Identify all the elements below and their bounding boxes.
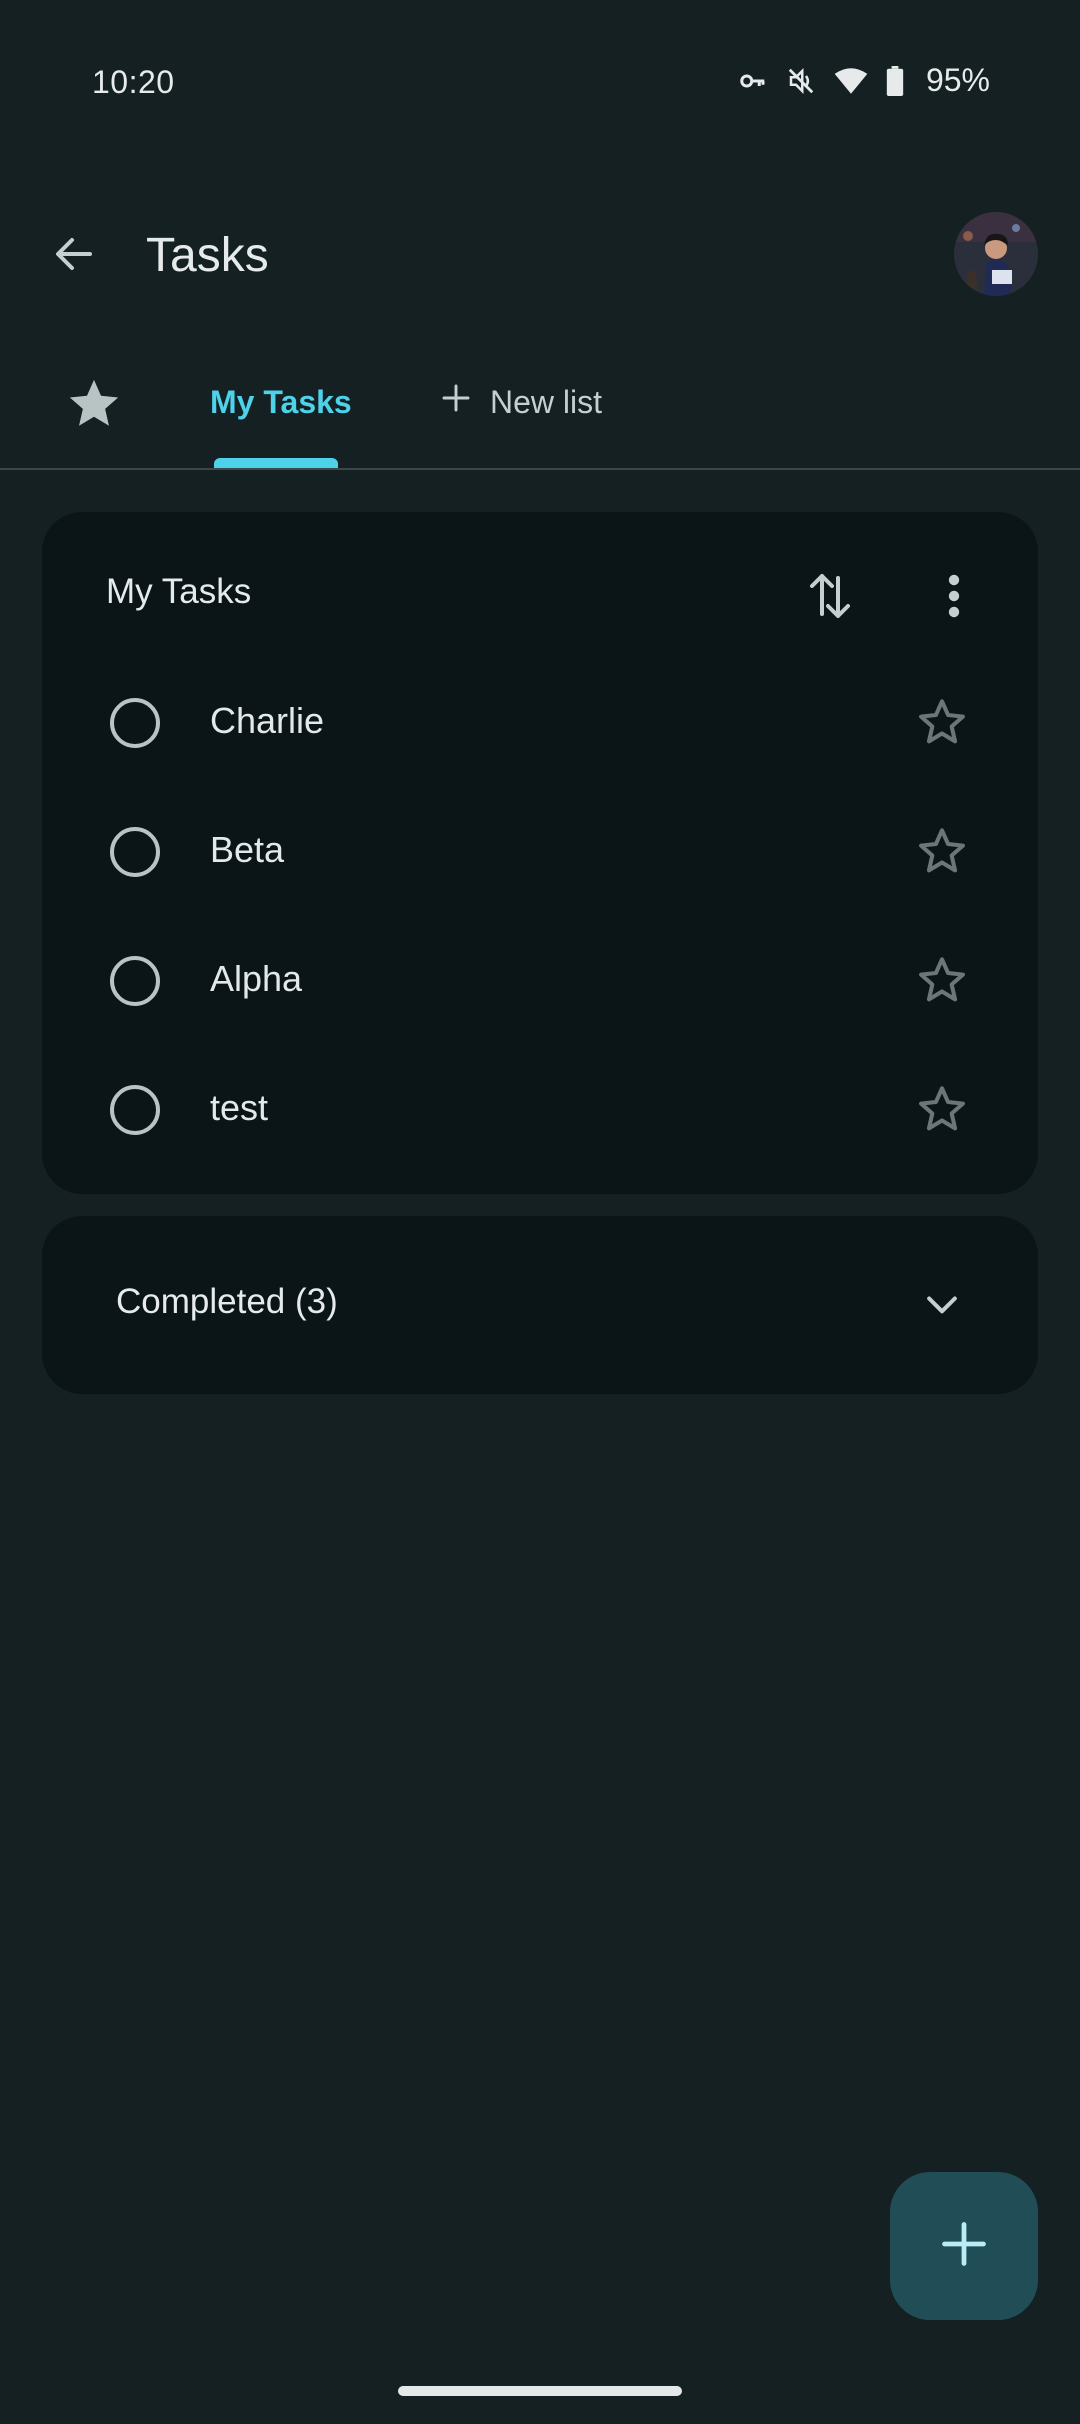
task-complete-checkbox[interactable] xyxy=(110,1085,160,1135)
task-row[interactable]: Beta xyxy=(42,797,1038,907)
status-time: 10:20 xyxy=(92,64,175,100)
avatar[interactable] xyxy=(954,212,1038,296)
task-star-button[interactable] xyxy=(912,1081,972,1141)
task-list-title: My Tasks xyxy=(106,572,252,611)
gesture-navigation-bar[interactable] xyxy=(398,2386,682,2396)
task-complete-checkbox[interactable] xyxy=(110,698,160,748)
star-outline-icon xyxy=(915,953,969,1012)
list-tabs: My Tasks New list xyxy=(0,350,1080,470)
task-title[interactable]: test xyxy=(210,1087,268,1129)
tab-new-list[interactable]: New list xyxy=(440,380,602,424)
more-vert-icon xyxy=(944,572,964,625)
plus-icon xyxy=(938,2218,990,2275)
battery-percent: 95% xyxy=(925,62,990,98)
star-filled-icon xyxy=(65,375,123,438)
task-title[interactable]: Charlie xyxy=(210,700,324,742)
back-button[interactable] xyxy=(38,220,110,292)
app-bar: Tasks xyxy=(0,190,1080,320)
task-star-button[interactable] xyxy=(912,823,972,883)
battery-icon xyxy=(886,65,904,96)
tab-selected-indicator xyxy=(214,458,338,468)
new-list-label: New list xyxy=(490,383,603,420)
tab-starred[interactable] xyxy=(62,374,126,438)
wifi-icon xyxy=(834,66,868,96)
task-star-button[interactable] xyxy=(912,694,972,754)
task-star-button[interactable] xyxy=(912,952,972,1012)
more-options-button[interactable] xyxy=(918,562,990,634)
star-outline-icon xyxy=(915,1082,969,1141)
arrow-back-icon xyxy=(50,230,98,283)
status-icons: 95% xyxy=(738,62,990,99)
sort-arrows-icon xyxy=(806,570,854,627)
add-task-button[interactable] xyxy=(890,2172,1038,2320)
star-outline-icon xyxy=(915,824,969,883)
task-title[interactable]: Alpha xyxy=(210,958,302,1000)
task-complete-checkbox[interactable] xyxy=(110,827,160,877)
vibrate-off-icon xyxy=(786,66,816,96)
task-list-card: My Tasks Charlie Beta Alpha test xyxy=(42,512,1038,1194)
sort-button[interactable] xyxy=(794,562,866,634)
task-row[interactable]: test xyxy=(42,1055,1038,1165)
tab-my-tasks[interactable]: My Tasks xyxy=(210,384,352,421)
plus-icon xyxy=(440,382,472,422)
expand-completed-button[interactable] xyxy=(910,1274,974,1338)
vpn-key-icon xyxy=(738,66,768,96)
task-row[interactable]: Alpha xyxy=(42,926,1038,1036)
completed-label: Completed (3) xyxy=(116,1282,338,1321)
star-outline-icon xyxy=(915,695,969,754)
task-complete-checkbox[interactable] xyxy=(110,956,160,1006)
completed-section[interactable]: Completed (3) xyxy=(42,1216,1038,1394)
page-title: Tasks xyxy=(146,229,269,282)
task-title[interactable]: Beta xyxy=(210,829,284,871)
status-bar: 10:20 95% xyxy=(0,0,1080,176)
chevron-down-icon xyxy=(920,1282,964,1331)
task-row[interactable]: Charlie xyxy=(42,668,1038,778)
